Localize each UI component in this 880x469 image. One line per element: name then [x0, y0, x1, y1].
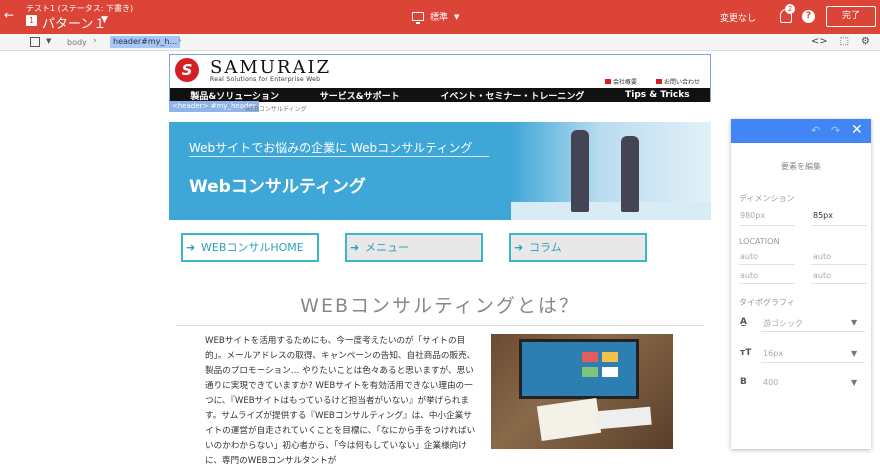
- right-field[interactable]: auto: [813, 252, 831, 261]
- nav-item-events[interactable]: イベント・セミナー・トレーニング: [440, 89, 584, 102]
- site-breadcrumb: WEBコンサルティング: [245, 106, 307, 113]
- chevron-down-icon[interactable]: ▼: [851, 349, 857, 358]
- layout-select-icon[interactable]: [30, 37, 40, 47]
- width-field[interactable]: 980px: [740, 211, 765, 220]
- bottom-field[interactable]: auto: [740, 271, 758, 280]
- done-button[interactable]: 完了: [826, 6, 876, 27]
- font-size-select[interactable]: 16px: [763, 349, 783, 358]
- hero-subtitle: Webサイトでお悩みの企業に Webコンサルティング: [189, 141, 473, 155]
- gear-icon[interactable]: ⚙: [861, 36, 870, 47]
- figure-businessman: [571, 130, 589, 212]
- select-element-icon[interactable]: ⬚: [840, 36, 849, 47]
- dimension-label: ディメンション: [739, 194, 795, 203]
- field-underline: [811, 225, 867, 226]
- chevron-right-icon[interactable]: ›: [178, 36, 182, 46]
- pattern-title[interactable]: パターン１: [42, 13, 106, 32]
- field-underline: [811, 283, 867, 284]
- hero-image: [511, 122, 711, 220]
- font-weight-select[interactable]: 400: [763, 378, 778, 387]
- top-field[interactable]: auto: [740, 252, 758, 261]
- chevron-down-icon[interactable]: ▼: [851, 378, 857, 387]
- element-breadcrumb-bar: ▼ body › header#my_h... › <> ⬚ ⚙: [0, 34, 880, 51]
- photo-monitor: [519, 339, 639, 399]
- play-icon: [656, 79, 662, 84]
- editor-topbar: ← テスト1 (ステータス: 下書き) 1 パターン１ ▼ 標準 ▼ 変更なし …: [0, 0, 880, 34]
- back-arrow-icon[interactable]: ←: [4, 8, 14, 22]
- chevron-down-icon[interactable]: ▼: [101, 15, 108, 25]
- location-label: LOCATION: [739, 237, 780, 246]
- redo-icon[interactable]: ↷: [831, 124, 840, 137]
- header-link-label: お問い合わせ: [664, 79, 701, 86]
- font-weight-icon: B: [740, 377, 747, 387]
- header-link-label: 会社概要: [613, 79, 638, 86]
- device-selector[interactable]: 標準 ▼: [412, 10, 460, 24]
- photo-tile: [582, 367, 598, 377]
- photo-paper: [536, 397, 602, 442]
- field-underline: [811, 264, 867, 265]
- panel-header: ↶ ↷ ✕: [731, 119, 871, 143]
- web-consul-home-button[interactable]: WEBコンサルHOME: [181, 233, 319, 262]
- code-icon[interactable]: <>: [811, 36, 828, 47]
- left-field[interactable]: auto: [813, 271, 831, 280]
- chevron-down-icon[interactable]: ▼: [46, 37, 51, 45]
- nav-item-products[interactable]: 製品&ソリューション: [190, 89, 279, 102]
- edit-element-panel: ↶ ↷ ✕ 要素を編集 ディメンション 980px 85px LOCATION …: [731, 119, 871, 449]
- field-underline: [739, 225, 795, 226]
- menu-button[interactable]: メニュー: [345, 233, 483, 262]
- section-divider: [176, 325, 704, 326]
- monitor-icon: [412, 12, 424, 24]
- hero-divider: [189, 156, 489, 157]
- field-underline: [739, 264, 795, 265]
- breadcrumb-header[interactable]: header#my_h...: [110, 36, 181, 48]
- chevron-down-icon: ▼: [454, 12, 460, 21]
- notification-count-badge: 2: [785, 4, 795, 14]
- font-family-select[interactable]: 游ゴシック: [763, 318, 803, 329]
- figure-businessman: [621, 136, 639, 212]
- header-link-company[interactable]: 会社概要: [605, 77, 637, 86]
- nav-item-tips[interactable]: Tips & Tricks: [625, 90, 690, 100]
- photo-tile: [602, 352, 618, 362]
- font-family-icon: A̲: [740, 317, 747, 327]
- logo-text: SAMURAIZ: [210, 57, 332, 78]
- site-header[interactable]: S SAMURAIZ Real Solutions for Enterprise…: [169, 54, 711, 102]
- undo-icon[interactable]: ↶: [811, 124, 820, 137]
- section-title: WEBコンサルティングとは？: [300, 295, 580, 317]
- header-link-contact[interactable]: お問い合わせ: [656, 77, 700, 86]
- consulting-photo: [491, 334, 673, 449]
- close-icon[interactable]: ✕: [851, 122, 863, 138]
- panel-title: 要素を編集: [781, 162, 821, 171]
- hero-banner[interactable]: Webサイトでお悩みの企業に Webコンサルティング Webコンサルティング: [169, 122, 711, 220]
- help-icon[interactable]: ?: [802, 10, 815, 23]
- change-status: 変更なし: [720, 14, 757, 24]
- field-underline: [739, 283, 795, 284]
- column-button[interactable]: コラム: [509, 233, 647, 262]
- font-size-icon: тT: [740, 348, 752, 358]
- editor-tools: <> ⬚ ⚙: [811, 36, 870, 47]
- height-field[interactable]: 85px: [813, 211, 833, 220]
- field-underline: [761, 331, 865, 332]
- breadcrumb-body[interactable]: body: [67, 38, 87, 47]
- photo-keyboard: [595, 406, 652, 430]
- device-label: 標準: [430, 13, 449, 23]
- logo-mark: S: [175, 58, 199, 82]
- hero-ground: [511, 202, 711, 220]
- chevron-down-icon[interactable]: ▼: [851, 318, 857, 327]
- pattern-number-badge: 1: [26, 15, 37, 26]
- typography-label: タイポグラフィ: [739, 298, 795, 307]
- hero-title: Webコンサルティング: [189, 177, 366, 197]
- chevron-right-icon: ›: [93, 36, 97, 46]
- site-nav: 製品&ソリューション サービス&サポート イベント・セミナー・トレーニング Ti…: [170, 88, 710, 102]
- field-underline: [761, 362, 865, 363]
- nav-item-services[interactable]: サービス&サポート: [320, 89, 400, 102]
- play-icon: [605, 79, 611, 84]
- photo-tile: [582, 352, 598, 362]
- logo-tagline: Real Solutions for Enterprise Web: [210, 76, 321, 83]
- photo-tile: [602, 367, 618, 377]
